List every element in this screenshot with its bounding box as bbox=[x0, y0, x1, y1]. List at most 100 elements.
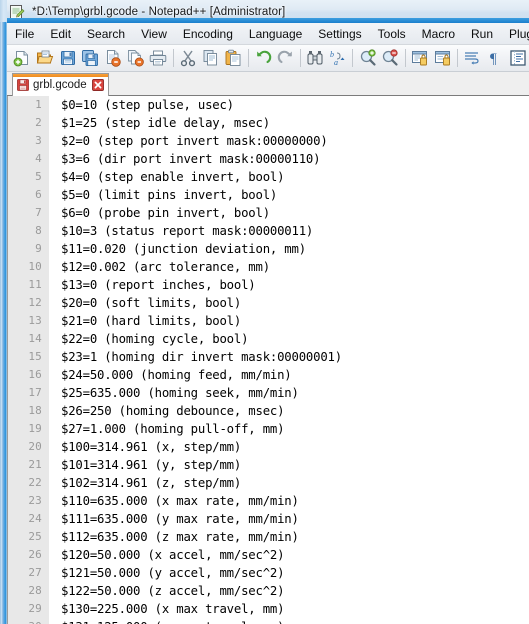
toolbar-separator bbox=[404, 49, 406, 67]
line-number: 29 bbox=[8, 600, 48, 618]
editor-line[interactable]: 27 $121=50.000 (y accel, mm/sec^2) bbox=[8, 564, 529, 582]
open-folder-icon[interactable] bbox=[34, 47, 57, 70]
menu-item-file[interactable]: File bbox=[7, 25, 42, 43]
paste-icon[interactable] bbox=[222, 47, 245, 70]
find-binoculars-icon[interactable] bbox=[304, 47, 327, 70]
save-all-icon[interactable] bbox=[79, 47, 102, 70]
tab-strip: grbl.gcode bbox=[7, 72, 529, 96]
editor-line[interactable]: 18 $26=250 (homing debounce, msec) bbox=[8, 402, 529, 420]
menu-item-search[interactable]: Search bbox=[79, 25, 133, 43]
editor-line[interactable]: 8 $10=3 (status report mask:00000011) bbox=[8, 222, 529, 240]
menu-item-edit[interactable]: Edit bbox=[42, 25, 79, 43]
editor-line[interactable]: 14 $22=0 (homing cycle, bool) bbox=[8, 330, 529, 348]
line-number: 2 bbox=[8, 114, 48, 132]
line-text: $1=25 (step idle delay, msec) bbox=[61, 116, 270, 130]
editor-line[interactable]: 29 $130=225.000 (x max travel, mm) bbox=[8, 600, 529, 618]
notepad-plus-plus-icon bbox=[9, 4, 25, 20]
editor-line[interactable]: 16 $24=50.000 (homing feed, mm/min) bbox=[8, 366, 529, 384]
line-number: 19 bbox=[8, 420, 48, 438]
line-number: 24 bbox=[8, 510, 48, 528]
editor-line[interactable]: 13 $21=0 (hard limits, bool) bbox=[8, 312, 529, 330]
line-number: 25 bbox=[8, 528, 48, 546]
line-number: 16 bbox=[8, 366, 48, 384]
editor-line[interactable]: 30$131=125.000 (y max travel, mm) bbox=[8, 618, 529, 624]
menu-item-run[interactable]: Run bbox=[463, 25, 501, 43]
line-number: 4 bbox=[8, 150, 48, 168]
editor-line[interactable]: 28 $122=50.000 (z accel, mm/sec^2) bbox=[8, 582, 529, 600]
zoom-in-icon[interactable] bbox=[356, 47, 379, 70]
line-number: 23 bbox=[8, 492, 48, 510]
line-number: 30 bbox=[8, 618, 48, 624]
copy-icon[interactable] bbox=[199, 47, 222, 70]
menu-item-view[interactable]: View bbox=[133, 25, 175, 43]
line-number: 12 bbox=[8, 294, 48, 312]
title-bar[interactable]: *D:\Temp\grbl.gcode - Notepad++ [Adminis… bbox=[0, 0, 529, 23]
editor-line[interactable]: 19 $27=1.000 (homing pull-off, mm) bbox=[8, 420, 529, 438]
menu-item-plugins[interactable]: Plugins bbox=[501, 25, 529, 43]
editor-line[interactable]: 6 $5=0 (limit pins invert, bool) bbox=[8, 186, 529, 204]
word-wrap-icon[interactable] bbox=[461, 47, 484, 70]
menu-item-settings[interactable]: Settings bbox=[310, 25, 369, 43]
sync-horizontal-scroll-icon[interactable] bbox=[431, 47, 454, 70]
editor-line[interactable]: 4 $3=6 (dir port invert mask:00000110) bbox=[8, 150, 529, 168]
toolbar-separator bbox=[172, 49, 174, 67]
line-number: 5 bbox=[8, 168, 48, 186]
show-all-characters-icon[interactable]: ¶ bbox=[484, 47, 507, 70]
line-text: $27=1.000 (homing pull-off, mm) bbox=[61, 422, 285, 436]
editor-line[interactable]: 7 $6=0 (probe pin invert, bool) bbox=[8, 204, 529, 222]
menu-item-encoding[interactable]: Encoding bbox=[175, 25, 241, 43]
replace-icon[interactable]: b a bbox=[327, 47, 350, 70]
undo-icon[interactable] bbox=[252, 47, 275, 70]
editor-line[interactable]: 15 $23=1 (homing dir invert mask:00000001… bbox=[8, 348, 529, 366]
window-border-left bbox=[0, 0, 7, 624]
editor-line[interactable]: 5 $4=0 (step enable invert, bool) bbox=[8, 168, 529, 186]
print-icon[interactable] bbox=[147, 47, 170, 70]
line-text: $120=50.000 (x accel, mm/sec^2) bbox=[61, 548, 285, 562]
editor-line[interactable]: 3 $2=0 (step port invert mask:00000000) bbox=[8, 132, 529, 150]
line-number: 14 bbox=[8, 330, 48, 348]
tab-label: grbl.gcode bbox=[33, 79, 87, 91]
close-file-icon[interactable] bbox=[102, 47, 125, 70]
editor-line[interactable]: 9 $11=0.020 (junction deviation, mm) bbox=[8, 240, 529, 258]
toolbar-separator bbox=[300, 49, 302, 67]
window-title: *D:\Temp\grbl.gcode - Notepad++ [Adminis… bbox=[32, 5, 286, 18]
save-icon[interactable] bbox=[56, 47, 79, 70]
close-tab-icon[interactable] bbox=[91, 79, 104, 91]
editor-line[interactable]: 12 $20=0 (soft limits, bool) bbox=[8, 294, 529, 312]
editor-line[interactable]: 25 $112=635.000 (z max rate, mm/min) bbox=[8, 528, 529, 546]
editor-line[interactable]: 24 $111=635.000 (y max rate, mm/min) bbox=[8, 510, 529, 528]
editor-line[interactable]: 26 $120=50.000 (x accel, mm/sec^2) bbox=[8, 546, 529, 564]
editor-line[interactable]: 17 $25=635.000 (homing seek, mm/min) bbox=[8, 384, 529, 402]
editor-line[interactable]: 23 $110=635.000 (x max rate, mm/min) bbox=[8, 492, 529, 510]
line-number: 6 bbox=[8, 186, 48, 204]
redo-icon[interactable] bbox=[274, 47, 297, 70]
line-number: 9 bbox=[8, 240, 48, 258]
code-editor[interactable]: 1 $0=10 (step pulse, usec) 2 $1=25 (step id… bbox=[7, 96, 529, 624]
unsaved-floppy-icon bbox=[17, 79, 29, 91]
toolbar-separator bbox=[352, 49, 354, 67]
notepad-plus-plus-window: *D:\Temp\grbl.gcode - Notepad++ [Adminis… bbox=[0, 0, 529, 624]
line-text: $5=0 (limit pins invert, bool) bbox=[61, 188, 278, 202]
tab-grbl-gcode[interactable]: grbl.gcode bbox=[12, 73, 109, 96]
menu-item-tools[interactable]: Tools bbox=[370, 25, 414, 43]
line-number: 17 bbox=[8, 384, 48, 402]
line-number: 11 bbox=[8, 276, 48, 294]
editor-line[interactable]: 11 $13=0 (report inches, bool) bbox=[8, 276, 529, 294]
editor-line[interactable]: 21 $101=314.961 (y, step/mm) bbox=[8, 456, 529, 474]
line-text: $11=0.020 (junction deviation, mm) bbox=[61, 242, 306, 256]
cut-scissors-icon[interactable] bbox=[177, 47, 200, 70]
line-text: $21=0 (hard limits, bool) bbox=[61, 314, 242, 328]
menu-item-macro[interactable]: Macro bbox=[414, 25, 463, 43]
editor-line[interactable]: 10 $12=0.002 (arc tolerance, mm) bbox=[8, 258, 529, 276]
new-file-icon[interactable] bbox=[11, 47, 34, 70]
line-number: 3 bbox=[8, 132, 48, 150]
editor-line[interactable]: 20 $100=314.961 (x, step/mm) bbox=[8, 438, 529, 456]
menu-item-language[interactable]: Language bbox=[241, 25, 310, 43]
editor-line[interactable]: 22 $102=314.961 (z, step/mm) bbox=[8, 474, 529, 492]
sync-vertical-scroll-icon[interactable] bbox=[409, 47, 432, 70]
zoom-out-icon[interactable] bbox=[379, 47, 402, 70]
indent-guide-icon[interactable] bbox=[506, 47, 529, 70]
editor-line[interactable]: 2 $1=25 (step idle delay, msec) bbox=[8, 114, 529, 132]
editor-line[interactable]: 1 $0=10 (step pulse, usec) bbox=[8, 96, 529, 114]
close-all-files-icon[interactable] bbox=[124, 47, 147, 70]
